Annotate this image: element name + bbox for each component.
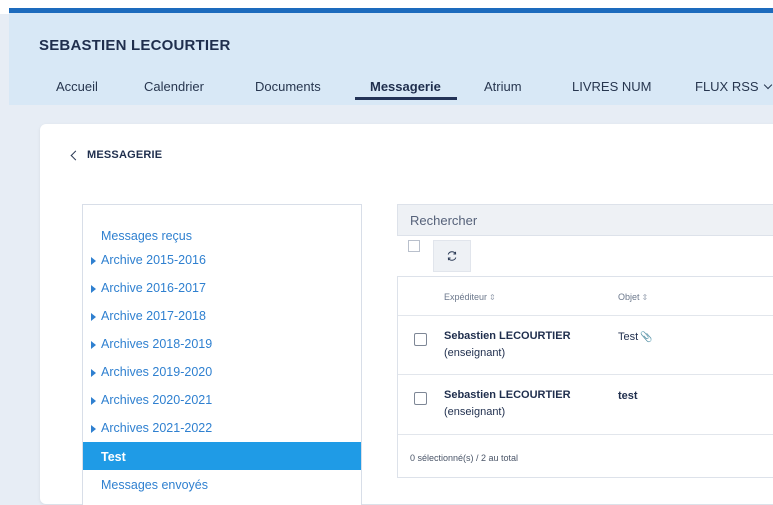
folder-label: Archive 2016-2017 — [101, 281, 206, 295]
folder-label: Messages envoyés — [101, 478, 209, 492]
folder-label: Archives 2021-2022 — [101, 421, 213, 435]
main-nav: Accueil Calendrier Documents Messagerie … — [9, 79, 773, 103]
tab-accueil[interactable]: Accueil — [56, 79, 98, 94]
folder-archives-2019-2020[interactable]: Archives 2019-2020 — [83, 357, 361, 385]
column-header-label: Objet — [618, 292, 640, 302]
folder-messages-envoyes[interactable]: Messages envoyés — [83, 470, 361, 498]
subject-text: test — [618, 390, 638, 402]
caret-right-icon — [91, 257, 96, 265]
paperclip-icon: 📎 — [640, 332, 653, 343]
sender-role: (enseignant) — [444, 406, 506, 418]
row-checkbox[interactable] — [414, 333, 427, 346]
folder-label: Archive 2015-2016 — [101, 253, 206, 267]
row-subject: Test 📎 — [618, 331, 653, 343]
sender-role: (enseignant) — [444, 347, 506, 359]
user-name: SEBASTIEN LECOURTIER — [39, 37, 231, 54]
sort-icon: ⇕ — [489, 293, 496, 302]
folder-label: Archives 2020-2021 — [101, 393, 213, 407]
folder-label: Archives 2018-2019 — [101, 337, 213, 351]
row-divider — [398, 434, 773, 435]
search-bar — [397, 204, 773, 236]
caret-right-icon — [91, 285, 96, 293]
active-tab-underline — [355, 97, 457, 100]
folder-archives-2020-2021[interactable]: Archives 2020-2021 — [83, 385, 361, 413]
messagerie-title: MESSAGERIE — [87, 149, 163, 161]
column-header-sender[interactable]: Expéditeur ⇕ — [444, 292, 496, 302]
select-all-checkbox[interactable] — [408, 240, 420, 252]
folder-label: Archive 2017-2018 — [101, 309, 206, 323]
folder-archive-2015-2016[interactable]: Archive 2015-2016 — [83, 245, 361, 273]
row-subject: test — [618, 390, 638, 402]
caret-right-icon — [91, 369, 96, 377]
folder-archive-2017-2018[interactable]: Archive 2017-2018 — [83, 301, 361, 329]
search-input[interactable] — [398, 205, 773, 235]
tab-livres-num[interactable]: LIVRES NUM — [572, 79, 651, 94]
caret-right-icon — [91, 313, 96, 321]
app-header: SEBASTIEN LECOURTIER Accueil Calendrier … — [9, 13, 773, 105]
row-sender: Sebastien LECOURTIER (enseignant) — [444, 328, 594, 362]
folder-test[interactable]: Test — [83, 442, 361, 470]
folder-archives-2021-2022[interactable]: Archives 2021-2022 — [83, 413, 361, 441]
tab-flux-rss[interactable]: FLUX RSS — [695, 79, 772, 94]
column-header-subject[interactable]: Objet ⇕ — [618, 292, 648, 302]
folder-sidebar: Messages reçus Archive 2015-2016 Archive… — [82, 204, 362, 505]
tab-documents[interactable]: Documents — [255, 79, 321, 94]
back-to-messagerie[interactable]: MESSAGERIE — [70, 149, 163, 161]
column-header-label: Expéditeur — [444, 292, 488, 302]
caret-right-icon — [91, 397, 96, 405]
caret-right-icon — [91, 341, 96, 349]
folder-label: Archives 2019-2020 — [101, 365, 213, 379]
tab-messagerie[interactable]: Messagerie — [370, 79, 441, 94]
tab-calendrier[interactable]: Calendrier — [144, 79, 204, 94]
chevron-left-icon — [70, 150, 81, 160]
row-checkbox[interactable] — [414, 392, 427, 405]
folder-label: Messages reçus — [101, 229, 193, 243]
messagerie-panel: MESSAGERIE Messages reçus Archive 2015-2… — [40, 124, 773, 505]
chevron-down-icon — [763, 80, 772, 90]
caret-right-icon — [91, 425, 96, 433]
subject-text: Test — [618, 331, 639, 343]
row-sender: Sebastien LECOURTIER (enseignant) — [444, 387, 594, 421]
sender-name: Sebastien LECOURTIER — [444, 330, 571, 342]
message-table: Expéditeur ⇕ Objet ⇕ Sebastien LECOURTIER … — [397, 276, 773, 478]
sender-name: Sebastien LECOURTIER — [444, 389, 571, 401]
tab-flux-rss-label: FLUX RSS — [695, 79, 759, 94]
folder-archives-2018-2019[interactable]: Archives 2018-2019 — [83, 329, 361, 357]
selection-count: 0 sélectionné(s) / 2 au total — [410, 453, 519, 463]
refresh-button[interactable] — [433, 240, 471, 272]
folder-label: Test — [101, 450, 126, 464]
sort-icon: ⇕ — [641, 293, 649, 302]
tab-atrium[interactable]: Atrium — [484, 79, 522, 94]
row-divider — [398, 315, 773, 316]
refresh-icon — [447, 251, 457, 261]
row-divider — [398, 374, 773, 375]
folder-archive-2016-2017[interactable]: Archive 2016-2017 — [83, 273, 361, 301]
